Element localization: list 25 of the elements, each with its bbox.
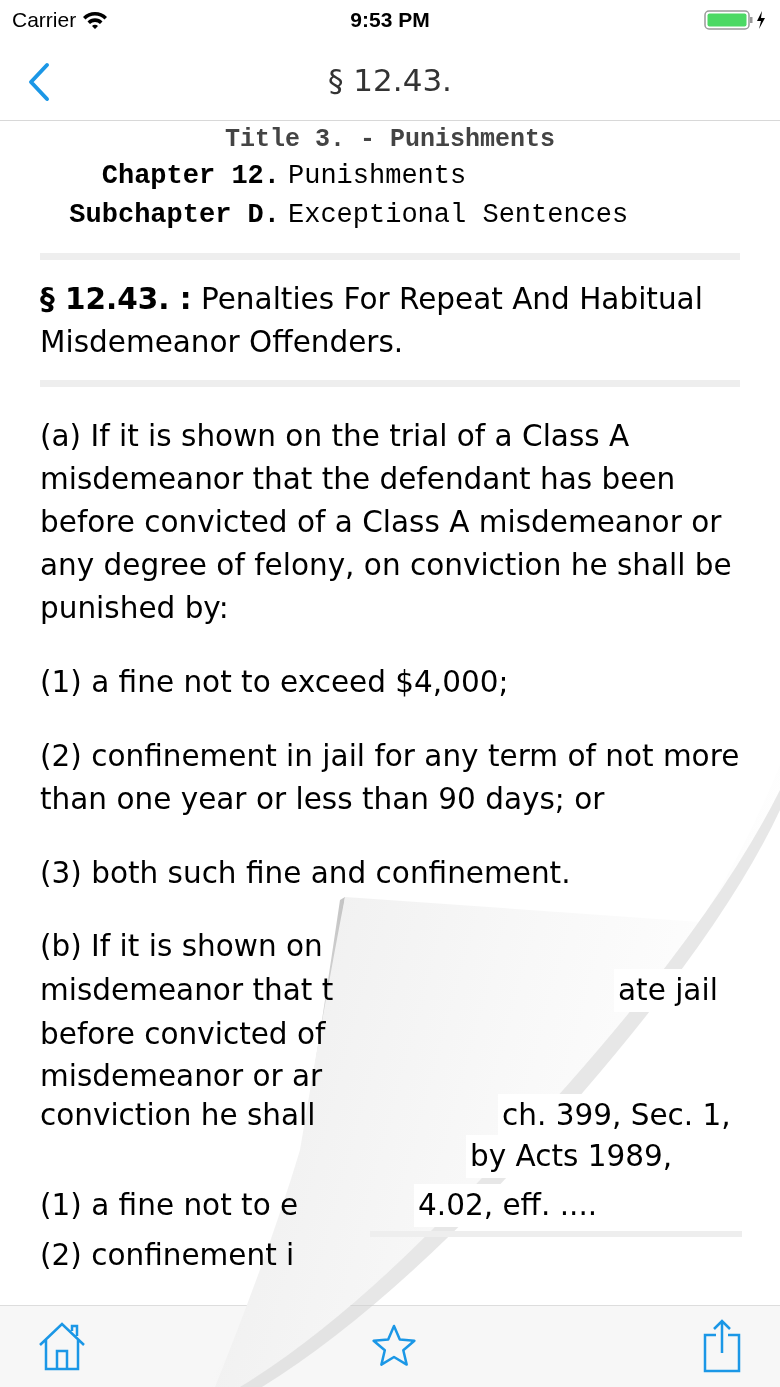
home-button[interactable] (38, 1321, 86, 1371)
section-heading: § 12.43. : Penalties For Repeat And Habitual Misdemeanor Offenders. (40, 281, 704, 361)
text-line: (1) a fine not to e (40, 1187, 299, 1222)
paragraph: (a) If it is shown on the trial of a Class A misdemeanor that the defendant has been before convicted of a Class A misdemeanor or any degree of felony, on conviction he shall be punished by: (40, 418, 733, 627)
wifi-icon (82, 10, 109, 30)
text-line: misdemeanor that t (40, 972, 334, 1007)
heading-value: Punishments (288, 160, 468, 193)
text-line: (2) confinement i (40, 1237, 295, 1272)
clock-time: 9:53 PM (350, 7, 430, 34)
text-line: before convicted of (40, 1016, 326, 1051)
heading-value: Exceptional Sentences (288, 199, 630, 232)
heading-label: Chapter 12. (100, 160, 281, 193)
text-line: (b) If it is shown on (40, 929, 323, 963)
favorite-button[interactable] (371, 1323, 417, 1369)
title-heading: Title 3. - Punishments (224, 125, 556, 154)
heading-label: Subchapter D. (68, 199, 281, 232)
paragraph: (3) both such fine and confinement. (40, 855, 572, 892)
nav-title: § 12.43. (328, 60, 452, 100)
text-line: misdemeanor or ar (40, 1058, 323, 1093)
share-button[interactable] (702, 1319, 742, 1373)
paragraph: (2) confinement in jail for any term of not more than one year or less than 90 days; or (40, 738, 741, 818)
carrier-label: Carrier (12, 7, 77, 34)
paragraph: (1) a fine not to exceed $4,000; (40, 664, 510, 701)
text-line: conviction he shall (40, 1097, 316, 1132)
battery-icon (704, 9, 768, 31)
